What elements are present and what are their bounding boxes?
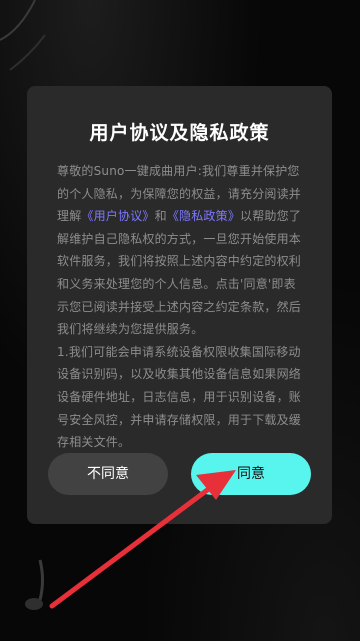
user-agreement-link[interactable]: 《用户协议》 (81, 209, 154, 223)
paragraph-1-rest: 以帮助您了解维护自己隐私权的方式，一旦您开始使用本软件服务，我们将按照上述内容中… (57, 209, 302, 337)
privacy-policy-link[interactable]: 《隐私政策》 (167, 209, 240, 223)
agreement-paragraph-1: 尊敬的Suno一键成曲用户:我们尊重并保护您的个人隐私，为保障您的权益，请充分阅… (57, 160, 304, 341)
privacy-dialog: 用户协议及隐私政策 尊敬的Suno一键成曲用户:我们尊重并保护您的个人隐私，为保… (27, 86, 332, 524)
agreement-paragraph-2: 1.我们可能会申请系统设备权限收集国际移动设备识别码，以及收集其他设备信息如果网… (57, 344, 302, 450)
dialog-title: 用户协议及隐私政策 (89, 122, 270, 144)
and-text: 和 (154, 209, 167, 224)
disagree-button[interactable]: 不同意 (48, 453, 168, 495)
agree-button[interactable]: 同意 (191, 453, 311, 495)
